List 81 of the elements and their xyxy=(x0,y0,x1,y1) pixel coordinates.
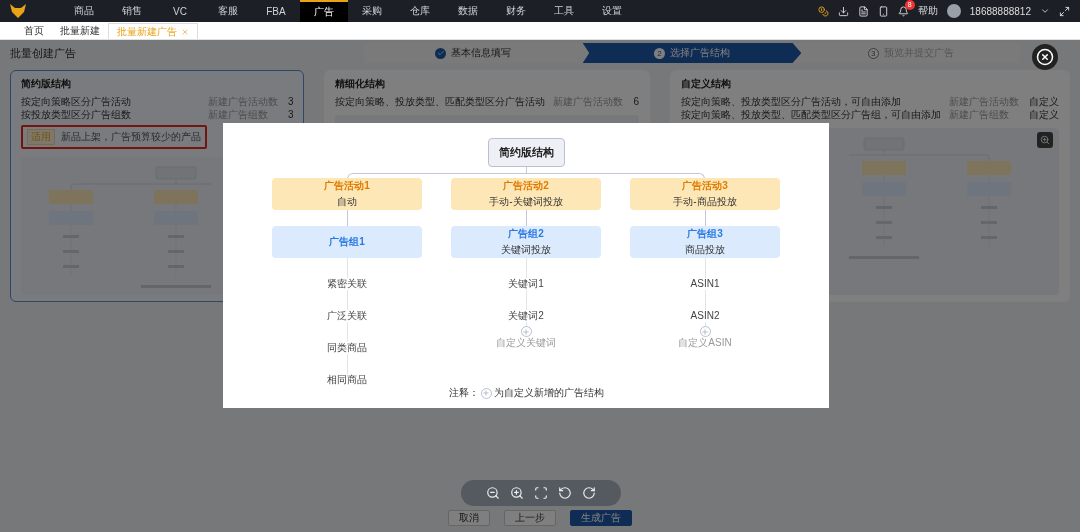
expand-icon[interactable] xyxy=(1059,5,1070,17)
nav-item[interactable]: FBA xyxy=(252,0,300,22)
page-tab[interactable]: 首页 xyxy=(16,23,52,39)
leaf-item: 相同商品 xyxy=(327,374,367,386)
custom-item: 自定义关键词 xyxy=(496,337,556,349)
node-title: 广告活动2 xyxy=(503,179,549,193)
nav-item[interactable]: 销售 xyxy=(108,0,156,22)
leaf-item: ASIN2 xyxy=(690,310,720,322)
caret-icon[interactable] xyxy=(1040,6,1050,16)
nav-item[interactable]: 数据 xyxy=(444,0,492,22)
nav-item[interactable]: 广告 xyxy=(300,0,348,22)
count-value: 自定义 xyxy=(1029,96,1059,107)
node-title: 广告组3 xyxy=(687,227,723,241)
card-description: 按定向策略、投放类型区分广告活动，可自由添加 xyxy=(681,96,902,107)
card-description: 按定向策略区分广告活动 xyxy=(21,96,132,107)
note-label: 注释： xyxy=(448,386,479,400)
count-value: 6 xyxy=(633,96,639,107)
card-description: 按投放类型区分广告组数 xyxy=(21,109,132,120)
help-link[interactable]: 帮助 xyxy=(917,4,938,18)
node-subtitle: 关键词投放 xyxy=(501,243,551,257)
step: 基本信息填写 xyxy=(364,43,583,63)
nav-item[interactable]: VC xyxy=(156,0,204,22)
card-title: 精细化结构 xyxy=(335,77,387,91)
nav-item[interactable]: 财务 xyxy=(492,0,540,22)
nav-item[interactable]: 工具 xyxy=(540,0,588,22)
leaf-item: ASIN1 xyxy=(690,278,720,290)
page-title: 批量创建广告 xyxy=(10,45,77,61)
fit-screen-button[interactable] xyxy=(534,486,548,500)
tag: 适用 xyxy=(27,129,55,145)
card-description: 按定向策略、投放类型、匹配类型区分广告组，可自由添加 xyxy=(681,109,941,120)
plus-icon xyxy=(699,326,711,337)
nav-item[interactable]: 设置 xyxy=(588,0,636,22)
plus-icon xyxy=(480,387,492,399)
leaf-item: 关键词2 xyxy=(508,310,544,322)
zoom-in-button[interactable] xyxy=(510,486,524,500)
count-value: 3 xyxy=(287,109,294,120)
note-text: 为自定义新增的广告结构 xyxy=(493,386,604,400)
close-button[interactable] xyxy=(1032,44,1058,70)
check-icon xyxy=(435,47,447,59)
coin-icon[interactable] xyxy=(817,5,829,17)
count-value: 自定义 xyxy=(1029,109,1059,120)
leaf-item: 同类商品 xyxy=(327,342,367,354)
node-subtitle: 自动 xyxy=(337,195,357,209)
leaf-item: 关键词1 xyxy=(508,278,544,290)
download-icon[interactable] xyxy=(837,5,849,17)
bell-icon[interactable] xyxy=(897,5,909,17)
custom-item: 自定义ASIN xyxy=(678,337,732,349)
plus-icon xyxy=(520,326,532,337)
node-subtitle: 手动-商品投放 xyxy=(673,195,737,209)
step: 2 选择广告结构 xyxy=(582,43,802,63)
user-name[interactable]: 18688888812 xyxy=(969,5,1031,17)
step-number: 3 xyxy=(867,47,879,59)
count-value: 3 xyxy=(287,96,294,107)
document-icon[interactable] xyxy=(857,5,869,17)
phone-icon[interactable] xyxy=(877,5,889,17)
rotate-right-button[interactable] xyxy=(582,486,596,500)
card-title: 自定义结构 xyxy=(681,77,732,91)
card-title: 简约版结构 xyxy=(21,77,72,91)
card-description: 按定向策略、投放类型、匹配类型区分广告活动 xyxy=(335,96,546,107)
root-node: 简约版结构 xyxy=(487,138,565,167)
fox-logo[interactable] xyxy=(10,4,26,18)
node-title: 广告活动1 xyxy=(324,179,370,193)
node-title: 广告活动3 xyxy=(682,179,728,193)
node-subtitle: 手动-关键词投放 xyxy=(489,195,563,209)
nav-item[interactable]: 商品 xyxy=(60,0,108,22)
nav-item[interactable]: 采购 xyxy=(348,0,396,22)
zoom-in-icon[interactable] xyxy=(1037,132,1053,148)
step-number: 2 xyxy=(654,47,665,59)
action-button[interactable]: 取消 xyxy=(448,510,490,526)
node-title: 广告组1 xyxy=(329,235,365,249)
zoom-out-button[interactable] xyxy=(486,486,500,500)
nav-item[interactable]: 仓库 xyxy=(396,0,444,22)
leaf-item: 广泛关联 xyxy=(327,310,367,322)
rotate-left-button[interactable] xyxy=(558,486,572,500)
nav-item[interactable]: 客服 xyxy=(204,0,252,22)
leaf-item: 紧密关联 xyxy=(327,278,367,290)
node-subtitle: 商品投放 xyxy=(685,243,725,257)
page-tab[interactable]: 批量新建 xyxy=(52,23,108,39)
node-title: 广告组2 xyxy=(508,227,544,241)
avatar[interactable] xyxy=(946,4,961,18)
action-button[interactable]: 生成广告 xyxy=(570,510,632,526)
